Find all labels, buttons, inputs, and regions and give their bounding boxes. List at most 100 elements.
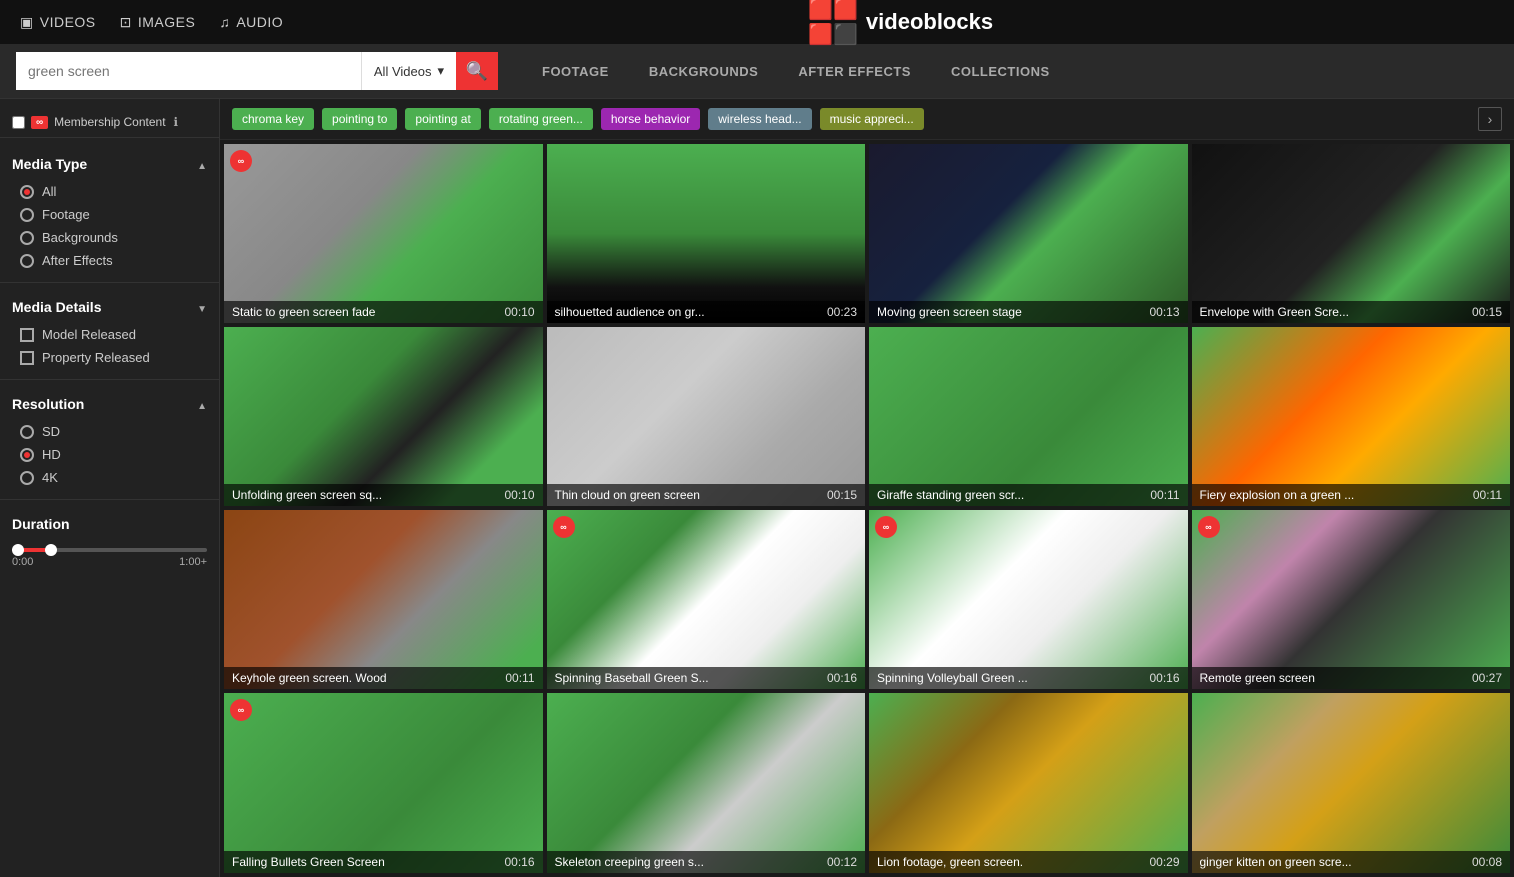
- radio-all: [20, 185, 34, 199]
- video-icon: ▣: [20, 14, 34, 31]
- info-icon: ℹ: [174, 115, 179, 129]
- video-duration: 00:16: [827, 671, 857, 685]
- media-property-released[interactable]: Property Released: [12, 346, 207, 369]
- chevron-up-icon: [197, 156, 207, 172]
- tag-music-appreci[interactable]: music appreci...: [820, 108, 924, 130]
- resolution-4k[interactable]: 4K: [12, 466, 207, 489]
- slider-handle-left[interactable]: [12, 544, 24, 556]
- section-duration: Duration 0:00 1:00+: [0, 506, 219, 580]
- site-logo[interactable]: 🟥🟥🟥⬛ videoblocks: [808, 0, 993, 47]
- video-duration: 00:13: [1149, 305, 1179, 319]
- tags-next-button[interactable]: ›: [1478, 107, 1502, 131]
- search-tabs: FOOTAGE BACKGROUNDS AFTER EFFECTS COLLEC…: [522, 52, 1070, 90]
- tag-pointing-at[interactable]: pointing at: [405, 108, 480, 130]
- media-type-footage[interactable]: Footage: [12, 203, 207, 226]
- video-thumb[interactable]: ∞Spinning Baseball Green S...00:16: [547, 510, 866, 689]
- checkbox-model-released: [20, 328, 34, 342]
- nav-images[interactable]: ⊡ IMAGES: [120, 14, 196, 31]
- resolution-hd[interactable]: HD: [12, 443, 207, 466]
- video-thumb[interactable]: Giraffe standing green scr...00:11: [869, 327, 1188, 506]
- chevron-down-icon: [197, 299, 207, 315]
- video-duration: 00:10: [504, 305, 534, 319]
- member-badge: ∞: [553, 516, 575, 538]
- tag-rotating-green[interactable]: rotating green...: [489, 108, 593, 130]
- video-thumb[interactable]: ginger kitten on green scre...00:08: [1192, 693, 1511, 872]
- video-duration: 00:16: [504, 855, 534, 869]
- video-title: Moving green screen stage: [877, 305, 1022, 319]
- radio-footage: [20, 208, 34, 222]
- media-model-released[interactable]: Model Released: [12, 323, 207, 346]
- video-title: Spinning Volleyball Green ...: [877, 671, 1028, 685]
- slider-handle-right[interactable]: [45, 544, 57, 556]
- video-thumb[interactable]: Thin cloud on green screen00:15: [547, 327, 866, 506]
- search-button[interactable]: 🔍: [456, 52, 498, 90]
- video-thumb[interactable]: Moving green screen stage 00:13: [869, 144, 1188, 323]
- video-duration: 00:15: [827, 488, 857, 502]
- tag-horse-behavior[interactable]: horse behavior: [601, 108, 700, 130]
- top-nav: ▣ VIDEOS ⊡ IMAGES ♫ AUDIO 🟥🟥🟥⬛ videobloc…: [0, 0, 1514, 44]
- media-type-backgrounds[interactable]: Backgrounds: [12, 226, 207, 249]
- tag-pointing-to[interactable]: pointing to: [322, 108, 397, 130]
- section-media-type: Media Type All Footage Backgrounds After…: [0, 146, 219, 276]
- section-resolution: Resolution SD HD 4K: [0, 386, 219, 493]
- membership-checkbox[interactable]: [12, 116, 25, 129]
- search-input-wrap: All Videos ▾: [16, 52, 456, 90]
- video-title: Skeleton creeping green s...: [555, 855, 704, 869]
- tag-wireless-head[interactable]: wireless head...: [708, 108, 811, 130]
- video-thumb[interactable]: Envelope with Green Scre...00:15: [1192, 144, 1511, 323]
- suggested-tags: chroma key pointing to pointing at rotat…: [220, 99, 1514, 140]
- video-duration: 00:12: [827, 855, 857, 869]
- video-duration: 00:11: [505, 671, 534, 685]
- video-thumb[interactable]: ∞Spinning Volleyball Green ...00:16: [869, 510, 1188, 689]
- video-thumb[interactable]: Skeleton creeping green s... 00:12: [547, 693, 866, 872]
- video-thumb[interactable]: ∞Static to green screen fade00:10: [224, 144, 543, 323]
- video-title: ginger kitten on green scre...: [1200, 855, 1352, 869]
- section-duration-header[interactable]: Duration: [12, 516, 207, 532]
- resolution-sd[interactable]: SD: [12, 420, 207, 443]
- radio-4k: [20, 471, 34, 485]
- chevron-up-icon-2: [197, 396, 207, 412]
- video-thumb[interactable]: ∞Remote green screen00:27: [1192, 510, 1511, 689]
- video-thumb[interactable]: Keyhole green screen. Wood 00:11: [224, 510, 543, 689]
- images-icon: ⊡: [120, 14, 132, 31]
- tag-chroma-key[interactable]: chroma key: [232, 108, 314, 130]
- video-duration: 00:11: [1150, 488, 1179, 502]
- video-thumb[interactable]: ∞Falling Bullets Green Screen00:16: [224, 693, 543, 872]
- video-thumb[interactable]: Unfolding green screen sq...00:10: [224, 327, 543, 506]
- checkbox-property-released: [20, 351, 34, 365]
- nav-videos[interactable]: ▣ VIDEOS: [20, 14, 96, 31]
- duration-slider[interactable]: [12, 548, 207, 552]
- tab-collections[interactable]: COLLECTIONS: [931, 52, 1070, 90]
- tab-footage[interactable]: FOOTAGE: [522, 52, 629, 90]
- video-duration: 00:27: [1472, 671, 1502, 685]
- content-area: chroma key pointing to pointing at rotat…: [220, 99, 1514, 877]
- video-title: silhouetted audience on gr...: [555, 305, 705, 319]
- tab-backgrounds[interactable]: BACKGROUNDS: [629, 52, 779, 90]
- video-duration: 00:15: [1472, 305, 1502, 319]
- video-thumb[interactable]: Fiery explosion on a green ...00:11: [1192, 327, 1511, 506]
- search-dropdown[interactable]: All Videos ▾: [361, 52, 456, 90]
- video-duration: 00:23: [827, 305, 857, 319]
- video-thumb[interactable]: silhouetted audience on gr... 00:23: [547, 144, 866, 323]
- audio-icon: ♫: [219, 14, 230, 30]
- video-title: Unfolding green screen sq...: [232, 488, 382, 502]
- video-title: Falling Bullets Green Screen: [232, 855, 385, 869]
- radio-hd: [20, 448, 34, 462]
- search-input[interactable]: [16, 63, 361, 79]
- section-media-type-header[interactable]: Media Type: [12, 156, 207, 172]
- sidebar-membership: ∞ Membership Content ℹ: [0, 107, 219, 138]
- search-bar: All Videos ▾ 🔍 FOOTAGE BACKGROUNDS AFTER…: [0, 44, 1514, 99]
- tab-after-effects[interactable]: AFTER EFFECTS: [778, 52, 931, 90]
- section-media-details-header[interactable]: Media Details: [12, 299, 207, 315]
- media-type-all[interactable]: All: [12, 180, 207, 203]
- sidebar: ∞ Membership Content ℹ Media Type All Fo…: [0, 99, 220, 877]
- nav-audio[interactable]: ♫ AUDIO: [219, 14, 283, 30]
- section-media-details: Media Details Model Released Property Re…: [0, 289, 219, 373]
- video-title: Remote green screen: [1200, 671, 1315, 685]
- video-title: Lion footage, green screen.: [877, 855, 1023, 869]
- media-type-after-effects[interactable]: After Effects: [12, 249, 207, 272]
- video-title: Keyhole green screen. Wood: [232, 671, 387, 685]
- radio-after-effects: [20, 254, 34, 268]
- video-thumb[interactable]: Lion footage, green screen.00:29: [869, 693, 1188, 872]
- section-resolution-header[interactable]: Resolution: [12, 396, 207, 412]
